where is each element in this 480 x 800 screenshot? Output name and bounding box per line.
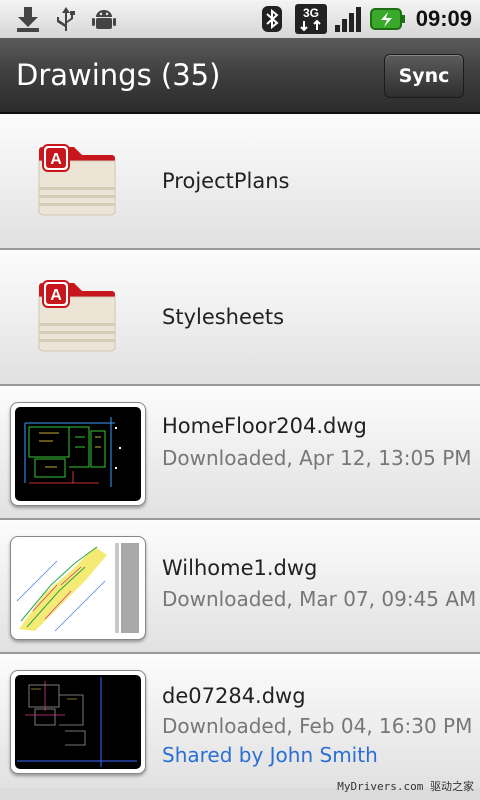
download-icon bbox=[12, 4, 44, 34]
folder-row-stylesheets[interactable]: A Stylesheets bbox=[0, 250, 480, 386]
3g-data-icon: 3G bbox=[294, 4, 328, 34]
watermark: MyDrivers.com 驱动之家 bbox=[337, 780, 474, 793]
file-name: HomeFloor204.dwg bbox=[162, 414, 367, 438]
folder-name: ProjectPlans bbox=[162, 169, 290, 193]
svg-text:A: A bbox=[50, 151, 62, 168]
title-bar: Drawings (35) Sync bbox=[0, 38, 480, 114]
file-name: de07284.dwg bbox=[162, 684, 306, 708]
usb-icon bbox=[50, 4, 82, 34]
autocad-folder-icon: A bbox=[34, 273, 122, 361]
drawing-thumbnail bbox=[10, 536, 146, 640]
network-type-label: 3G bbox=[303, 6, 319, 20]
folder-row-projectplans[interactable]: A ProjectPlans bbox=[0, 114, 480, 250]
svg-text:A: A bbox=[50, 287, 62, 304]
file-status: Downloaded, Feb 04, 16:30 PM bbox=[162, 714, 473, 738]
shared-by-link[interactable]: Shared by John Smith bbox=[162, 743, 378, 767]
drawing-thumbnail bbox=[10, 670, 146, 774]
drawings-list: A ProjectPlans A Stylesheets HomeFloor20… bbox=[0, 114, 480, 788]
signal-strength-icon bbox=[332, 4, 366, 34]
file-row-de07284[interactable]: de07284.dwg Downloaded, Feb 04, 16:30 PM… bbox=[0, 654, 480, 788]
file-row-homefloor204[interactable]: HomeFloor204.dwg Downloaded, Apr 12, 13:… bbox=[0, 386, 480, 520]
sync-button[interactable]: Sync bbox=[384, 54, 464, 98]
battery-charging-icon bbox=[370, 4, 406, 34]
status-bar: 3G 09:09 bbox=[0, 0, 480, 39]
clock: 09:09 bbox=[415, 6, 472, 31]
folder-name: Stylesheets bbox=[162, 305, 285, 329]
autocad-folder-icon: A bbox=[34, 137, 122, 225]
file-status: Downloaded, Mar 07, 09:45 AM bbox=[162, 587, 477, 611]
file-row-wilhome1[interactable]: Wilhome1.dwg Downloaded, Mar 07, 09:45 A… bbox=[0, 520, 480, 654]
file-name: Wilhome1.dwg bbox=[162, 556, 318, 580]
bluetooth-icon bbox=[258, 4, 286, 34]
page-title: Drawings (35) bbox=[16, 58, 221, 92]
file-status: Downloaded, Apr 12, 13:05 PM bbox=[162, 446, 472, 470]
android-debug-icon bbox=[88, 4, 120, 34]
drawing-thumbnail bbox=[10, 402, 146, 506]
